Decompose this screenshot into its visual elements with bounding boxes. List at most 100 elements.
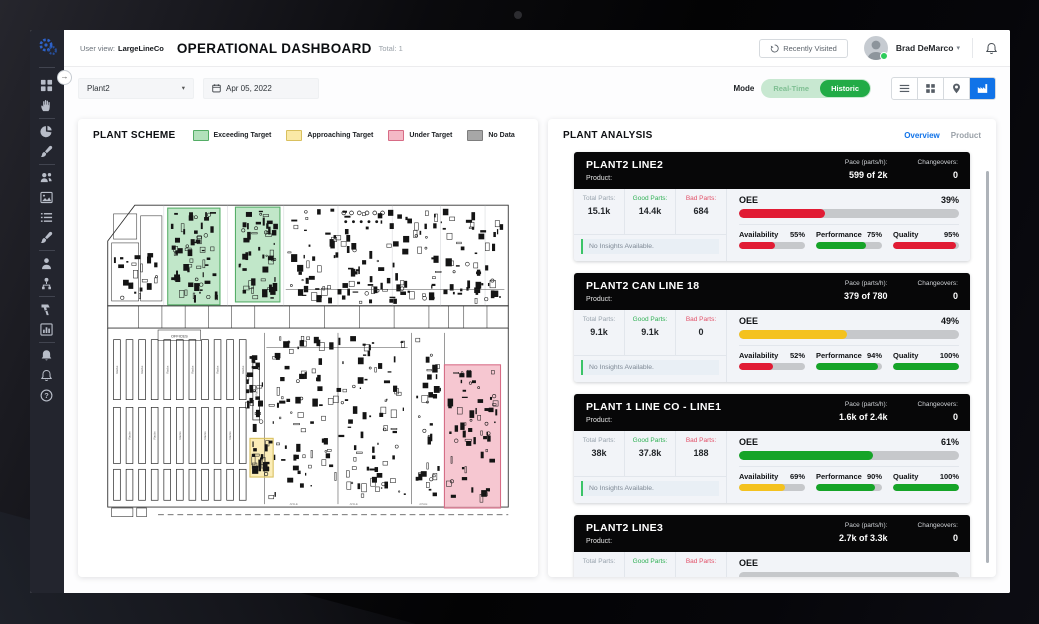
svg-text:Racks: Racks: [165, 365, 169, 374]
product-label: Product:: [586, 417, 721, 424]
sidebar-expand-button[interactable]: →: [57, 70, 72, 85]
main-area: User view: LargeLineCo OPERATIONAL DASHB…: [64, 30, 1010, 593]
good-parts-value: 9.1k: [625, 327, 675, 337]
total-parts-value: 38k: [574, 448, 624, 458]
total-parts-value: 9.1k: [574, 327, 624, 337]
good-parts-value: 37.8k: [625, 448, 675, 458]
webcam-dot: [514, 11, 522, 19]
plant-scheme-panel: PLANT SCHEME Exceeding TargetApproaching…: [78, 119, 538, 577]
line-card-body: Total Parts:38k Good Parts:37.8k Bad Par…: [574, 431, 970, 503]
sidebar-item-image-icon[interactable]: [39, 190, 54, 205]
avatar[interactable]: [864, 36, 888, 60]
list-view-button[interactable]: [892, 78, 917, 99]
total-parts-label: Total Parts:: [574, 316, 624, 323]
sidebar-item-brush-icon[interactable]: [39, 144, 54, 159]
sidebar-item-dashboard-grid-icon[interactable]: [39, 78, 54, 93]
total-parts-label: Total Parts:: [574, 195, 624, 202]
line-card-body: Total Parts:9.1k Good Parts:9.1k Bad Par…: [574, 310, 970, 382]
legend-item-under: Under Target: [388, 130, 452, 141]
oee-value: 49%: [941, 316, 959, 326]
line-card-header: PLANT 1 LINE CO - LINE1 Product: Pace (p…: [574, 394, 970, 431]
top-bar: User view: LargeLineCo OPERATIONAL DASHB…: [64, 30, 1010, 67]
product-label: Product:: [586, 538, 663, 545]
sidebar-item-alerts-filled-icon[interactable]: [39, 348, 54, 363]
availability-bar: [739, 242, 805, 249]
plant-select[interactable]: Plant2 ▾: [78, 78, 194, 99]
plant-select-value: Plant2: [87, 84, 110, 93]
svg-text:Racks: Racks: [128, 431, 132, 440]
line-card[interactable]: PLANT2 CAN LINE 18 Product: Pace (parts/…: [574, 273, 970, 382]
line-card[interactable]: PLANT2 LINE3 Product: Pace (parts/h): 2.…: [574, 515, 970, 577]
sidebar-divider: [39, 118, 55, 119]
quality-label: Quality: [893, 472, 918, 481]
date-value: Apr 05, 2022: [226, 84, 272, 93]
line-card-header: PLANT2 LINE3 Product: Pace (parts/h): 2.…: [574, 515, 970, 552]
sidebar-item-brush-2-icon[interactable]: [39, 230, 54, 245]
legend: Exceeding TargetApproaching TargetUnder …: [193, 130, 515, 141]
sidebar-item-chart-box-icon[interactable]: [39, 322, 54, 337]
performance-value: 94%: [867, 351, 882, 360]
oee-label: OEE: [739, 195, 758, 205]
legend-swatch-under: [388, 130, 404, 141]
bad-parts-label: Bad Parts:: [676, 195, 726, 202]
recently-visited-button[interactable]: Recently Visited: [759, 39, 848, 58]
sidebar-item-hand-icon[interactable]: [39, 98, 54, 113]
map-view-button[interactable]: [943, 78, 969, 99]
performance-label: Performance: [816, 230, 862, 239]
quality-bar: [893, 363, 959, 370]
caret-down-icon: ▾: [182, 84, 185, 92]
product-label: Product:: [586, 175, 663, 182]
tab-product[interactable]: Product: [951, 131, 981, 140]
svg-text:Racks: Racks: [140, 365, 144, 374]
oee-bar: [739, 330, 959, 339]
good-parts-label: Good Parts:: [625, 437, 675, 444]
sidebar-item-user-icon[interactable]: [39, 256, 54, 271]
zone-under[interactable]: [444, 365, 500, 508]
plant-view-button[interactable]: [969, 78, 995, 99]
line-name: PLANT2 LINE2: [586, 159, 663, 171]
scrollbar-thumb[interactable]: [986, 171, 989, 563]
pace-label: Pace (parts/h):: [839, 522, 888, 529]
sidebar-item-help-icon[interactable]: ?: [39, 388, 54, 403]
plant-analysis-panel: PLANT ANALYSIS Overview Product PLANT2 L…: [548, 119, 996, 577]
mode-option-historic[interactable]: Historic: [820, 80, 870, 97]
sidebar-item-pie-chart-icon[interactable]: [39, 124, 54, 139]
content-area: PLANT SCHEME Exceeding TargetApproaching…: [64, 109, 1010, 593]
availability-label: Availability: [739, 351, 778, 360]
insights-note: No Insights Available.: [581, 481, 719, 496]
line-card[interactable]: PLANT 1 LINE CO - LINE1 Product: Pace (p…: [574, 394, 970, 503]
changeovers-value: 0: [918, 533, 958, 543]
bad-parts-value: 684: [676, 206, 726, 216]
sidebar-item-notifications-icon[interactable]: [39, 368, 54, 383]
sidebar-item-team-icon[interactable]: [39, 170, 54, 185]
legend-label: Exceeding Target: [214, 132, 272, 139]
grid-view-button[interactable]: [917, 78, 943, 99]
date-picker[interactable]: Apr 05, 2022: [203, 78, 319, 99]
availability-label: Availability: [739, 472, 778, 481]
sidebar-item-scanner-icon[interactable]: [39, 302, 54, 317]
pace-label: Pace (parts/h):: [839, 401, 888, 408]
performance-value: 90%: [867, 472, 882, 481]
zone-exceeding[interactable]: [168, 208, 220, 305]
changeovers-value: 0: [918, 170, 958, 180]
sidebar-item-workflow-icon[interactable]: [39, 276, 54, 291]
notifications-bell-icon[interactable]: [985, 42, 998, 55]
performance-label: Performance: [816, 472, 862, 481]
sidebar-item-list-icon[interactable]: [39, 210, 54, 225]
line-card[interactable]: PLANT2 LINE2 Product: Pace (parts/h): 59…: [574, 152, 970, 261]
bad-parts-value: 0: [676, 327, 726, 337]
plant-analysis-title: PLANT ANALYSIS: [563, 130, 653, 141]
svg-text:AISLE: AISLE: [419, 502, 427, 506]
total-parts-value: 15.1k: [574, 206, 624, 216]
quality-value: 100%: [940, 351, 959, 360]
user-name[interactable]: Brad DeMarco: [896, 43, 954, 53]
changeovers-value: 0: [918, 412, 958, 422]
mode-option-realtime[interactable]: Real-Time: [762, 80, 820, 97]
mode-toggle: Real-Time Historic: [761, 79, 871, 98]
total-parts-label: Total Parts:: [574, 558, 624, 565]
oee-bar: [739, 209, 959, 218]
online-status-dot: [880, 52, 888, 60]
calendar-icon: [212, 83, 221, 93]
svg-text:Racks: Racks: [178, 431, 182, 440]
tab-overview[interactable]: Overview: [904, 131, 940, 140]
